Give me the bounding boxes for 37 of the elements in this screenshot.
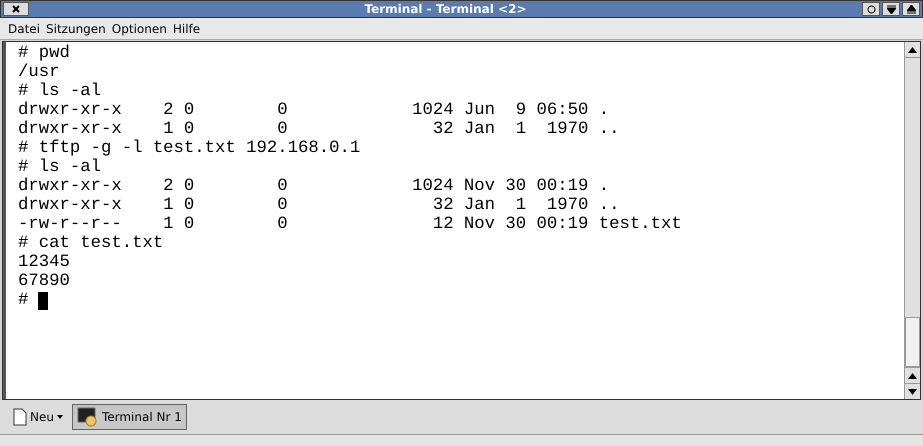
- circle-icon: [866, 4, 876, 14]
- terminal-line: -rw-r--r-- 1 0 0 12 Nov 30 00:19 test.txt: [18, 215, 682, 234]
- terminal-line: drwxr-xr-x 1 0 0 32 Jan 1 1970 ..: [18, 196, 620, 215]
- down-arrow-icon: [886, 4, 896, 14]
- scrollbar[interactable]: [904, 42, 920, 399]
- scroll-thumb[interactable]: [905, 317, 920, 367]
- window-title: Terminal - Terminal <2>: [364, 1, 526, 18]
- terminal-line: # ls -al: [18, 158, 101, 177]
- minimize-button[interactable]: [862, 2, 880, 16]
- shade-button[interactable]: [882, 2, 900, 16]
- down-arrow-icon: [908, 388, 917, 394]
- close-icon: [12, 5, 20, 13]
- menu-item[interactable]: Datei: [8, 20, 40, 38]
- terminal-line: 12345: [18, 253, 70, 272]
- terminal-line: drwxr-xr-x 2 0 0 1024 Nov 30 00:19 .: [18, 177, 610, 196]
- up-arrow-icon: [908, 46, 917, 52]
- document-icon: [13, 408, 27, 426]
- up-arrow-icon: [906, 4, 916, 14]
- menu-item[interactable]: Sitzungen: [46, 20, 106, 38]
- terminal-shell-icon: [76, 407, 99, 427]
- maximize-button[interactable]: [902, 2, 920, 16]
- cursor: [38, 292, 48, 310]
- menu-item[interactable]: Optionen: [112, 20, 167, 38]
- terminal-line: # cat test.txt: [18, 234, 164, 253]
- up-arrow-icon: [908, 372, 917, 378]
- terminal-line: /usr: [18, 63, 60, 82]
- terminal-line: # pwd: [18, 44, 70, 63]
- caret-icon: [56, 415, 63, 419]
- terminal-line: # tftp -g -l test.txt 192.168.0.1: [18, 139, 360, 158]
- session-tab[interactable]: Terminal Nr 1: [72, 404, 187, 430]
- terminal-line: #: [18, 291, 28, 310]
- menu-item[interactable]: Hilfe: [172, 20, 200, 38]
- close-button[interactable]: [3, 2, 29, 16]
- terminal-line: 67890: [18, 272, 70, 291]
- terminal-line: # ls -al: [18, 82, 101, 101]
- terminal-line: drwxr-xr-x 1 0 0 32 Jan 1 1970 ..: [18, 120, 620, 139]
- terminal-line: drwxr-xr-x 2 0 0 1024 Jun 9 06:50 .: [18, 101, 610, 120]
